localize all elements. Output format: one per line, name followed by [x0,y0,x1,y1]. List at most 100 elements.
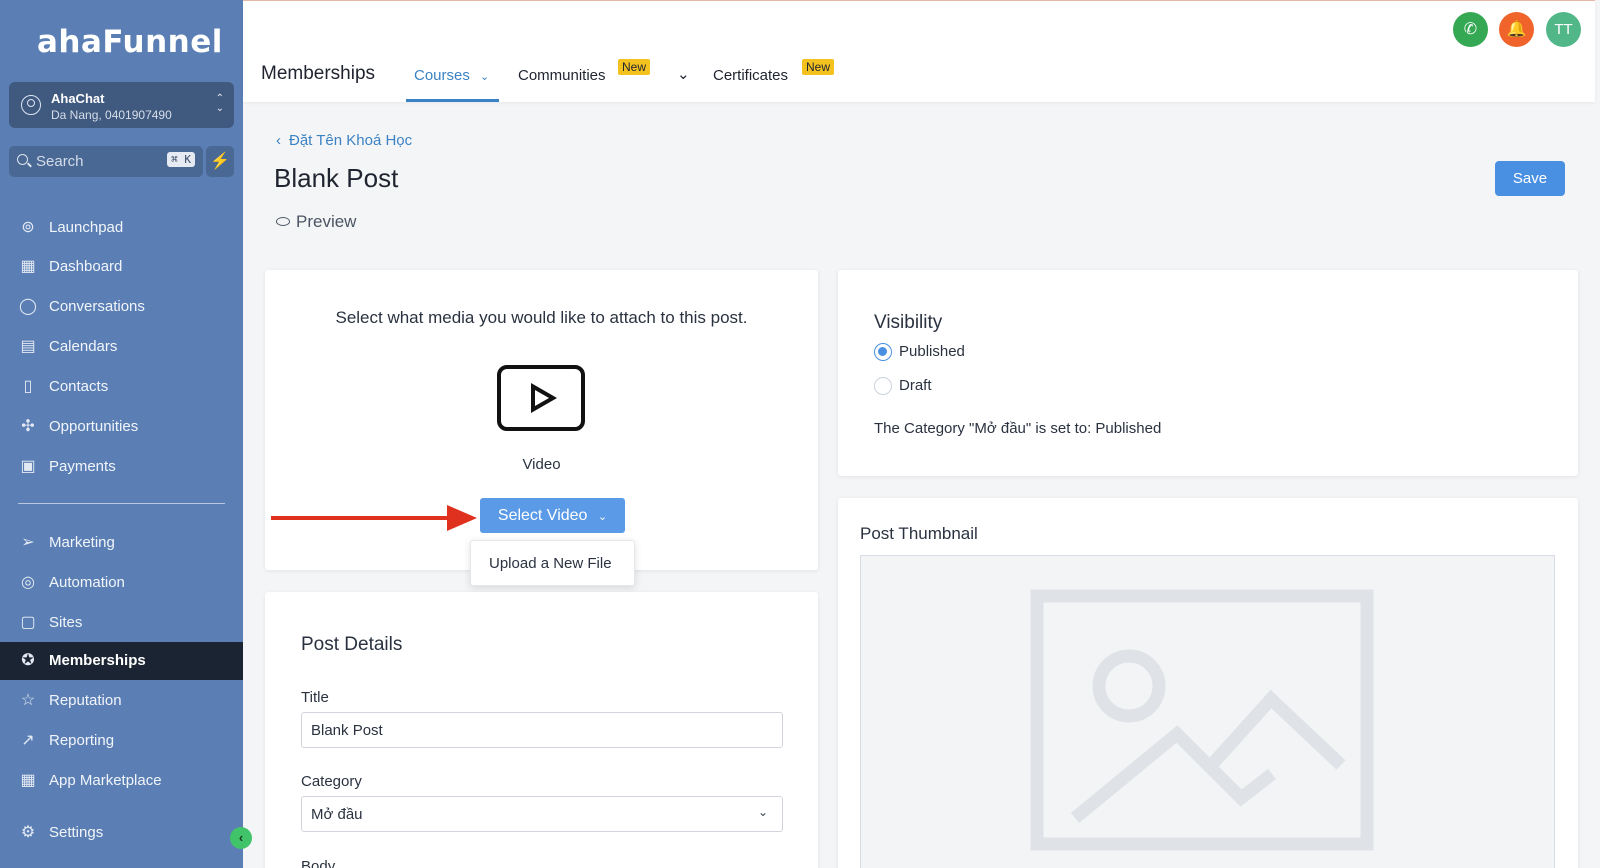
sidebar-item-automation[interactable]: ◎ Automation [0,564,243,602]
sidebar-item-settings[interactable]: ⚙ Settings [0,814,243,852]
receipt-icon: ▣ [20,458,36,475]
tab-courses[interactable]: Courses ⌄ [414,67,489,84]
sidebar-item-memberships[interactable]: ✪ Memberships [0,642,243,680]
sidebar-item-payments[interactable]: ▣ Payments [0,448,243,486]
breadcrumb-label: Đặt Tên Khoá Học [289,132,413,149]
chevron-down-icon: ⌄ [480,71,490,83]
section-title: Memberships [261,63,376,84]
search-shortcut: ⌘ K [167,152,195,167]
account-switcher[interactable]: AhaChat Da Nang, 0401907490 ⌃ ⌄ [9,82,234,128]
visibility-card: Visibility Published Draft The Category … [838,270,1578,476]
quick-action-bolt-icon[interactable]: ⚡ [206,146,234,177]
sidebar-item-calendars[interactable]: ▤ Calendars [0,328,243,366]
sidebar-item-label: Opportunities [49,418,139,435]
sidebar-item-sites[interactable]: ▢ Sites [0,604,243,642]
sidebar-item-contacts[interactable]: ▯ Contacts [0,368,243,406]
grid-icon: ▦ [20,258,36,275]
category-label: Category [301,773,362,790]
apps-grid-icon: ▦ [20,772,36,789]
tab-communities[interactable]: Communities [518,67,606,84]
account-name: AhaChat [51,91,105,106]
top-nav: Memberships Courses ⌄ Communities New ⌄ … [243,0,1595,102]
thumbnail-dropzone[interactable] [860,555,1555,868]
published-label: Published [899,343,965,360]
chevron-left-icon: ‹ [276,132,281,149]
select-video-button[interactable]: Select Video ⌄ [480,498,625,533]
sidebar-item-dashboard[interactable]: ▦ Dashboard [0,248,243,286]
sidebar-item-label: App Marketplace [49,772,162,789]
globe-box-icon: ▢ [20,614,36,631]
badge-icon: ✪ [21,652,35,669]
visibility-heading: Visibility [874,312,943,333]
bell-icon: 🔔 [1506,21,1527,38]
video-icon [497,365,585,431]
sidebar-item-label: Reporting [49,732,115,749]
title-input[interactable]: Blank Post [301,712,783,748]
sidebar-item-label: Sites [49,614,83,631]
network-icon: ✣ [21,418,35,435]
sidebar-item-label: Marketing [49,534,115,551]
location-icon [21,95,41,115]
search-icon [17,154,28,165]
sidebar-item-label: Conversations [49,298,145,315]
published-radio[interactable] [874,343,892,361]
preview-link[interactable]: Preview [276,212,356,232]
sidebar-item-label: Settings [49,824,104,841]
new-badge: New [618,59,651,75]
phone-button[interactable]: ✆ [1453,12,1488,47]
select-video-dropdown: Upload a New File [470,540,635,586]
search-input[interactable]: Search ⌘ K [9,146,203,177]
annotation-arrow-head [447,505,477,531]
sidebar-item-launchpad[interactable]: ⊚ Launchpad [0,209,243,247]
upload-new-file-option[interactable]: Upload a New File [489,555,612,572]
category-value: Mở đầu [311,806,363,823]
chevron-down-icon: ⌄ [597,511,608,523]
sidebar-item-opportunities[interactable]: ✣ Opportunities [0,408,243,446]
sidebar-item-conversations[interactable]: ◯ Conversations [0,288,243,326]
collapse-sidebar-button[interactable]: ‹ [230,827,252,849]
sidebar-item-reporting[interactable]: ↗ Reporting [0,722,243,760]
post-thumbnail-heading: Post Thumbnail [860,524,978,543]
save-button[interactable]: Save [1495,161,1565,196]
body-label: Body [301,858,336,868]
page-title: Blank Post [274,163,399,193]
phone-icon: ✆ [1463,21,1478,38]
trend-icon: ↗ [21,732,35,749]
automation-icon: ◎ [21,574,35,591]
draft-label: Draft [899,377,932,394]
sidebar-item-app-marketplace[interactable]: ▦ App Marketplace [0,762,243,800]
communities-chevron-down-icon[interactable]: ⌄ [677,65,690,83]
draft-radio[interactable] [874,377,892,395]
media-prompt: Select what media you would like to atta… [335,308,748,327]
post-details-heading: Post Details [301,634,403,655]
paper-plane-icon: ➢ [21,534,35,551]
chevron-updown-icon: ⌃ ⌄ [215,93,224,114]
sidebar-item-reputation[interactable]: ☆ Reputation [0,682,243,720]
sidebar-item-label: Payments [49,458,116,475]
user-avatar[interactable]: TT [1546,12,1581,47]
account-location: Da Nang, 0401907490 [51,108,172,122]
sidebar-item-label: Memberships [49,652,146,669]
category-select[interactable]: Mở đầu ⌄ [301,796,783,832]
sidebar-item-label: Contacts [49,378,109,395]
tab-certificates[interactable]: Certificates [713,67,788,84]
post-thumbnail-card: Post Thumbnail [838,498,1578,868]
chevron-down-icon: ⌄ [757,805,768,819]
play-triangle-inner [535,390,549,406]
search-placeholder: Search [36,153,84,170]
sidebar-item-label: Automation [49,574,125,591]
sidebar-item-label: Reputation [49,692,122,709]
eye-icon [276,217,290,227]
breadcrumb[interactable]: ‹ Đặt Tên Khoá Học [276,132,412,149]
video-label: Video [522,456,561,473]
rocket-icon: ⊚ [21,219,35,236]
notifications-button[interactable]: 🔔 [1499,12,1534,47]
sidebar-item-label: Launchpad [49,219,124,236]
sidebar: ahaFunnel AhaChat Da Nang, 0401907490 ⌃ ⌄… [0,0,243,868]
star-icon: ☆ [20,692,36,709]
active-tab-indicator [406,99,499,102]
sidebar-item-marketing[interactable]: ➢ Marketing [0,524,243,562]
contact-book-icon: ▯ [23,378,33,395]
post-details-card: Post Details Title Blank Post Category M… [265,592,818,868]
sidebar-divider [18,503,225,504]
